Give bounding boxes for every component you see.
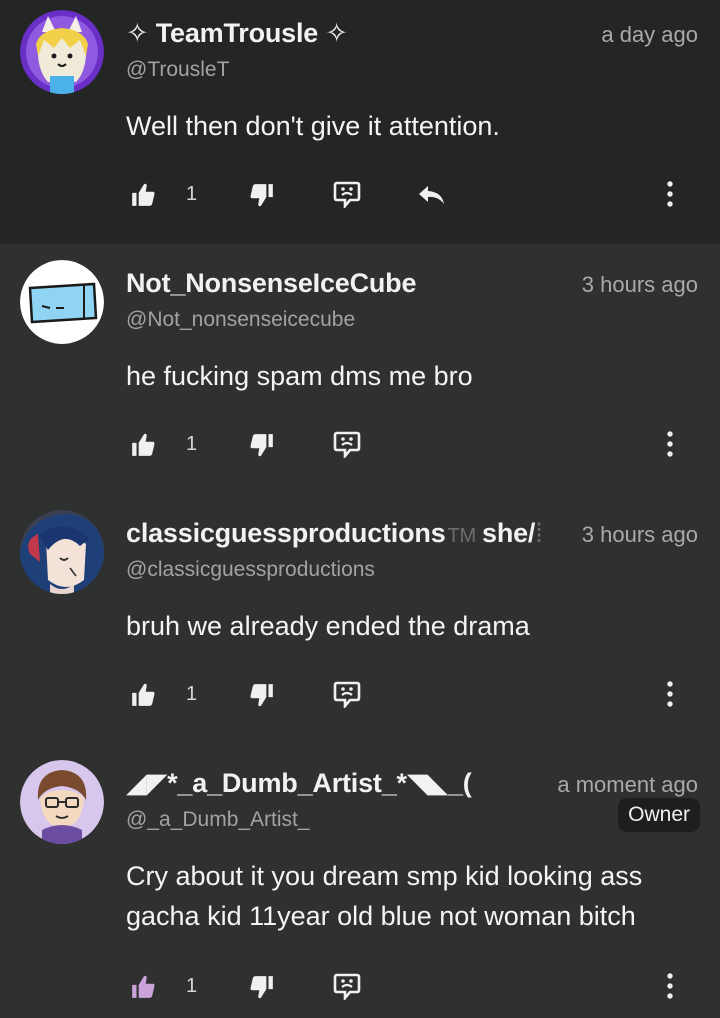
flag-face-icon[interactable]: [332, 972, 362, 1000]
author-pronouns: she/: [482, 518, 536, 548]
more-vertical-icon[interactable]: [662, 180, 678, 208]
thumbs-down-icon[interactable]: [249, 432, 275, 458]
more-vertical-icon[interactable]: [662, 430, 678, 458]
comment-text: Well then don't give it attention.: [126, 111, 500, 141]
avatar[interactable]: [20, 10, 104, 94]
comment-text: Cry about it you dream smp kid looking a…: [126, 861, 643, 931]
comment-text: bruh we already ended the drama: [126, 611, 530, 641]
like-count: 1: [186, 683, 198, 705]
reply-icon[interactable]: [416, 182, 446, 208]
thumbs-up-icon[interactable]: [130, 974, 156, 1000]
thumbs-up-icon[interactable]: [130, 682, 156, 708]
comment: ✧ TeamTrousle ✧ a day ago @TrousleT Well…: [0, 0, 720, 244]
avatar[interactable]: [20, 760, 104, 844]
more-vertical-icon[interactable]: [662, 680, 678, 708]
thumbs-down-icon[interactable]: [249, 182, 275, 208]
comment-author-handle[interactable]: @TrousleT: [126, 58, 229, 82]
comment-timestamp: a day ago: [601, 22, 698, 48]
flag-face-icon[interactable]: [332, 180, 362, 208]
comment-author-name[interactable]: ✧ TeamTrousle ✧: [126, 18, 348, 49]
comment: Not_NonsenseIceCube 3 hours ago @Not_non…: [0, 250, 720, 500]
author-name-text: classicguessproductions: [126, 518, 446, 548]
like-count: 1: [186, 433, 198, 455]
comment-actions: 1: [0, 972, 720, 1008]
flag-face-icon[interactable]: [332, 430, 362, 458]
comment-author-name[interactable]: Not_NonsenseIceCube: [126, 268, 416, 299]
avatar[interactable]: [20, 260, 104, 344]
comment-author-name[interactable]: classicguessproductions TM she/⁞: [126, 518, 543, 549]
comment: ◢◤*_a_Dumb_Artist_*◥◣_( a moment ago @_a…: [0, 750, 720, 1018]
comment-timestamp: 3 hours ago: [581, 272, 698, 297]
comment-author-handle[interactable]: @classicguessproductions: [126, 558, 375, 582]
comment-timestamp: a moment ago: [547, 772, 698, 798]
thumbs-down-icon[interactable]: [249, 974, 275, 1000]
thumbs-down-icon[interactable]: [249, 682, 275, 708]
comment-feed: ✧ TeamTrousle ✧ a day ago @TrousleT Well…: [0, 0, 720, 1018]
comment-author-handle[interactable]: @Not_nonsenseicecube: [126, 308, 355, 332]
comment-author-name[interactable]: ◢◤*_a_Dumb_Artist_*◥◣_(: [126, 768, 472, 799]
comment-actions: 1: [0, 430, 720, 466]
flag-face-icon[interactable]: [332, 680, 362, 708]
more-vertical-icon[interactable]: [662, 972, 678, 1000]
comment-text: he fucking spam dms me bro: [126, 361, 473, 391]
owner-badge: Owner: [618, 798, 700, 832]
avatar[interactable]: [20, 510, 104, 594]
thumbs-up-icon[interactable]: [130, 432, 156, 458]
thumbs-up-icon[interactable]: [130, 182, 156, 208]
comment-actions: 1: [0, 680, 720, 716]
comment-timestamp: 3 hours ago: [573, 522, 698, 548]
author-name-text: ◢◤*_a_Dumb_Artist_*◥◣_(: [126, 768, 472, 798]
like-count: 1: [186, 975, 198, 997]
author-name-tm: TM: [447, 525, 477, 547]
like-count: 1: [186, 183, 198, 205]
comment-author-handle[interactable]: @_a_Dumb_Artist_: [126, 808, 310, 832]
comment-actions: 1: [0, 180, 720, 216]
comment: classicguessproductions TM she/⁞ 3 hours a…: [0, 500, 720, 750]
